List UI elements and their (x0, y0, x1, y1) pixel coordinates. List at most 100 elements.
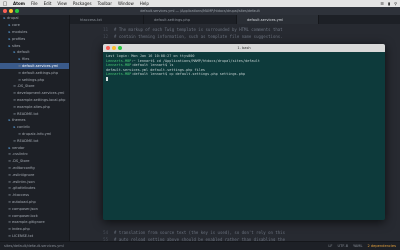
tree-folder[interactable]: ▸ sites (0, 42, 69, 49)
menu-packages[interactable]: Packages (70, 1, 95, 6)
tree-file[interactable]: ≡ .DS_Store (0, 83, 69, 90)
menu-edit[interactable]: Edit (41, 1, 55, 6)
tree-file[interactable]: ≡ settings.php (0, 76, 69, 83)
tree-item-label: .gitattributes (12, 186, 36, 191)
tree-file[interactable]: ≡ drupalx.info.yml (0, 131, 69, 138)
tree-file[interactable]: ≡ autoload.php (0, 199, 69, 206)
encoding[interactable]: UTF-8 (338, 244, 348, 248)
menu-toolbar[interactable]: Toolbar (95, 1, 115, 6)
tree-file[interactable]: ≡ .htaccess (0, 192, 69, 199)
terminal-text: :default lennart$ (131, 63, 170, 68)
code-line: 12 # contain theming information, such as… (70, 33, 400, 40)
tree-file[interactable]: ≡ composer.json (0, 205, 69, 212)
line-number: 11 (103, 27, 108, 32)
code-line: 11 # The markup of each Twig template is … (70, 26, 400, 33)
tree-folder[interactable]: ▸ default (0, 49, 69, 56)
code-text: # contain theming information, such as t… (114, 34, 283, 39)
line-ending[interactable]: LF (328, 244, 332, 248)
tree-file[interactable]: ≡ development.services.yml (0, 90, 69, 97)
menu-window[interactable]: Window (115, 1, 137, 6)
tab-default-settings[interactable]: default.settings.php (144, 15, 237, 24)
tab-label: default.services.yml (247, 17, 284, 22)
tab-default-services[interactable]: default.services.yml (237, 15, 319, 24)
tree-item-label: drupal (7, 16, 19, 21)
macos-menu-bar:  Atom File Edit View Packages Toolbar W… (0, 0, 400, 7)
menu-view[interactable]: View (54, 1, 70, 6)
tree-item-label: .DS_Store (12, 159, 30, 164)
tree-file[interactable]: ≡ index.php (0, 226, 69, 233)
code-text: # The markup of each Twig template is su… (114, 27, 283, 32)
terminal-line (106, 76, 382, 82)
tree-file[interactable]: ≡ default.services.yml (0, 62, 69, 70)
code-text: # translation from source text (the key … (114, 230, 285, 235)
tree-file[interactable]: ≡ LICENSE.txt (0, 233, 69, 240)
tree-item-label: .htaccess (12, 193, 29, 198)
menu-file[interactable]: File (28, 1, 41, 6)
terminal-text: :~ lennart$ (131, 58, 157, 63)
tree-file[interactable]: ≡ composer.lock (0, 212, 69, 219)
tree-file[interactable]: ≡ example.sites.php (0, 103, 69, 110)
tree-item-label: vendor (12, 145, 25, 150)
tree-item-label: .eslintrc.json (12, 179, 35, 184)
tree-item-label: files (22, 57, 30, 62)
tree-file[interactable]: ≡ README.txt (0, 137, 69, 144)
terminal-text: cd /Applications/MAMP/htdocs/drupal/site… (156, 58, 260, 63)
tree-file[interactable]: ≡ default.settings.php (0, 69, 69, 76)
tree-item-label: example.settings.local.php (17, 97, 66, 102)
tree-item-label: composer.lock (12, 213, 38, 218)
terminal-window[interactable]: 1. bash Last login: Mon Jan 16 10:08:27 … (103, 44, 385, 220)
tree-folder[interactable]: ▸ vendor (0, 144, 69, 151)
tree-file[interactable]: ≡ .eslintignore (0, 171, 69, 178)
tree-item-label: README.txt (17, 138, 39, 143)
tree-folder[interactable]: ▸ modules (0, 29, 69, 36)
tree-item-label: composer.json (12, 206, 38, 211)
menu-help[interactable]: Help (137, 1, 152, 6)
tree-item-label: .csslintrc (12, 152, 28, 157)
terminal-text: Lennarts-MBP (106, 63, 132, 68)
tree-file[interactable]: ≡ .DS_Store (0, 158, 69, 165)
tree-file[interactable]: ≡ .eslintrc.json (0, 178, 69, 185)
terminal-text: Lennarts-MBP (106, 58, 132, 63)
tree-file[interactable]: ≡ .editorconfig (0, 165, 69, 172)
tree-folder[interactable]: ▸ files (0, 56, 69, 63)
tree-item-label: .DS_Store (17, 84, 35, 89)
tree-file[interactable]: ≡ example.gitignore (0, 219, 69, 226)
tree-item-label: LICENSE.txt (12, 233, 34, 238)
terminal-text: Lennarts-MBP (106, 72, 132, 77)
tree-file[interactable]: ≡ README.txt (0, 110, 69, 117)
tree-item-label: core (12, 23, 20, 28)
terminal-text: :default lennart$ (131, 72, 170, 77)
tree-folder[interactable]: ▸ drupal (0, 15, 69, 22)
wifi-icon[interactable]: ☰ (380, 1, 384, 6)
apple-menu-icon[interactable]:  (0, 1, 10, 7)
status-bar: sites/default/default.services.yml LF UT… (0, 241, 400, 250)
tree-folder[interactable]: ▸ themes (0, 117, 69, 124)
window-title: default.services.yml — /Applications/MAM… (140, 9, 260, 13)
file-path[interactable]: sites/default/default.services.yml (4, 244, 64, 248)
tree-item-label: .editorconfig (12, 165, 35, 170)
tree-file[interactable]: ≡ .gitattributes (0, 185, 69, 192)
tree-file[interactable]: ≡ .csslintrc (0, 151, 69, 158)
terminal-text: ls (169, 63, 174, 68)
terminal-output[interactable]: Last login: Mon Jan 16 10:08:27 on ttys0… (103, 52, 385, 84)
tree-item-label: autoload.php (12, 199, 36, 204)
code-line: 54 # translation from source text (the ke… (70, 229, 400, 236)
grammar[interactable]: YAML (353, 244, 362, 248)
tree-item-label: .eslintignore (12, 172, 35, 177)
tree-folder[interactable]: ▸ contrib (0, 124, 69, 131)
menu-bar-status-area: ☰ ▮ ⚲ (380, 0, 397, 7)
search-icon[interactable]: ⚲ (394, 1, 397, 6)
dependencies-status[interactable]: 2 dependencies (367, 244, 396, 248)
tab-htaccess[interactable]: htaccess.txt (70, 15, 144, 24)
terminal-text: cp default.settings.php settings.php (169, 72, 246, 77)
tree-item-label: contrib (17, 125, 30, 130)
tree-folder[interactable]: ▸ core (0, 22, 69, 29)
tree-item-label: default.services.yml (22, 63, 59, 68)
tree-folder[interactable]: ▸ profiles (0, 35, 69, 42)
tree-item-label: themes (12, 118, 26, 123)
atom-title-bar: default.services.yml — /Applications/MAM… (0, 7, 400, 15)
tree-item-label: profiles (12, 36, 26, 41)
tree-file[interactable]: ≡ example.settings.local.php (0, 97, 69, 104)
battery-icon[interactable]: ▮ (388, 1, 390, 6)
menu-atom[interactable]: Atom (10, 1, 28, 6)
